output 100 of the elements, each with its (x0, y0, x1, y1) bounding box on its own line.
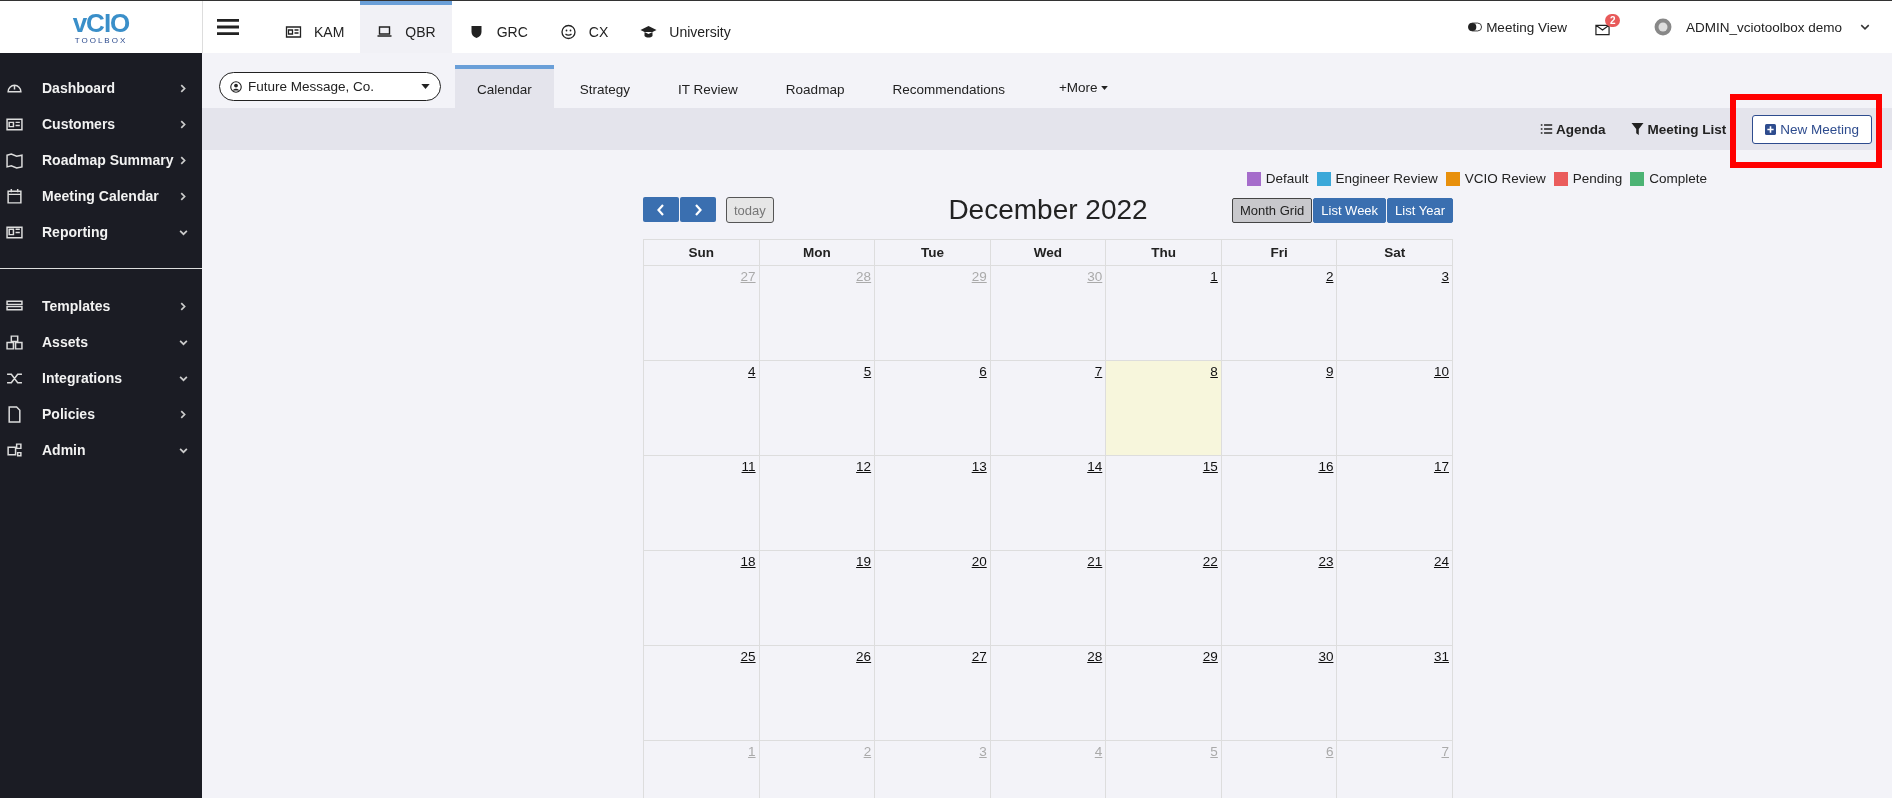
day-cell[interactable]: 11 (644, 456, 760, 551)
day-number[interactable]: 25 (740, 649, 756, 664)
legend-label: Complete (1649, 171, 1707, 186)
day-cell[interactable]: 24 (1337, 551, 1453, 646)
day-number[interactable]: 28 (1087, 649, 1103, 664)
day-number[interactable]: 19 (856, 554, 872, 569)
sidebar-item[interactable]: Integrations (0, 360, 202, 396)
sidebar-item[interactable]: Templates (0, 288, 202, 324)
day-cell[interactable]: 2 (1221, 266, 1338, 361)
day-cell[interactable]: 27 (875, 646, 991, 741)
view-button[interactable]: Month Grid (1231, 197, 1313, 223)
day-number[interactable]: 22 (1202, 554, 1218, 569)
page-tab[interactable]: Roadmap (763, 65, 867, 108)
view-button[interactable]: List Year (1387, 197, 1453, 223)
day-number[interactable]: 2 (1325, 269, 1334, 284)
day-number[interactable]: 1 (1210, 269, 1218, 284)
day-cell[interactable]: 10 (1337, 361, 1453, 456)
sidebar-item[interactable]: Roadmap Summary (0, 142, 202, 178)
module-tab[interactable]: CX (543, 1, 625, 53)
day-number[interactable]: 21 (1087, 554, 1103, 569)
day-cell[interactable]: 5 (759, 361, 876, 456)
day-number[interactable]: 29 (1202, 649, 1218, 664)
day-cell[interactable]: 9 (1221, 361, 1338, 456)
day-cell[interactable]: 3 (1337, 266, 1453, 361)
weekday-header: Mon (759, 240, 876, 266)
calendar-title: December 2022 (948, 194, 1148, 226)
legend-label: Engineer Review (1335, 171, 1438, 186)
module-tab[interactable]: GRC (451, 1, 544, 53)
logo[interactable]: vCIO TOOLBOX (0, 1, 202, 53)
day-cell[interactable]: 22 (1106, 551, 1222, 646)
meeting-view-toggle[interactable]: Meeting View (1468, 19, 1567, 35)
day-number[interactable]: 17 (1433, 459, 1449, 474)
day-number[interactable]: 26 (856, 649, 872, 664)
sidebar-item[interactable]: Assets (0, 324, 202, 360)
day-cell[interactable]: 29 (1106, 646, 1222, 741)
day-number[interactable]: 16 (1318, 459, 1334, 474)
day-number[interactable]: 12 (856, 459, 872, 474)
day-number[interactable]: 5 (863, 364, 872, 379)
day-cell[interactable]: 18 (644, 551, 760, 646)
sidebar-item[interactable]: Reporting (0, 214, 202, 250)
day-cell[interactable]: 19 (759, 551, 876, 646)
day-number[interactable]: 23 (1318, 554, 1334, 569)
day-number[interactable]: 20 (971, 554, 987, 569)
sidebar-item[interactable]: Meeting Calendar (0, 178, 202, 214)
legend-label: Pending (1572, 171, 1623, 186)
customer-select[interactable]: Future Message, Co. (219, 72, 441, 101)
day-cell[interactable]: 4 (644, 361, 760, 456)
day-cell[interactable]: 14 (990, 456, 1107, 551)
day-number[interactable]: 3 (1441, 269, 1449, 284)
day-number[interactable]: 8 (1210, 364, 1218, 379)
day-number[interactable]: 31 (1433, 649, 1449, 664)
day-cell[interactable]: 13 (875, 456, 991, 551)
day-cell[interactable]: 30 (1221, 646, 1338, 741)
user-menu[interactable]: ADMIN_vciotoolbox demo (1653, 18, 1870, 36)
day-number[interactable]: 24 (1433, 554, 1449, 569)
sidebar-item[interactable]: Customers (0, 106, 202, 142)
weekday-header: Sat (1337, 240, 1453, 266)
weekday-header: Fri (1221, 240, 1338, 266)
day-number[interactable]: 13 (971, 459, 987, 474)
day-cell[interactable]: 25 (644, 646, 760, 741)
day-cell[interactable]: 21 (990, 551, 1107, 646)
weekday-header: Wed (990, 240, 1107, 266)
module-tab[interactable]: KAM (269, 1, 361, 53)
day-number[interactable]: 10 (1433, 364, 1449, 379)
day-number[interactable]: 30 (1318, 649, 1334, 664)
day-cell[interactable]: 15 (1106, 456, 1222, 551)
day-number[interactable]: 27 (971, 649, 987, 664)
day-number[interactable]: 14 (1087, 459, 1103, 474)
day-number[interactable]: 18 (740, 554, 756, 569)
day-cell[interactable]: 31 (1337, 646, 1453, 741)
day-cell[interactable]: 20 (875, 551, 991, 646)
new-meeting-button[interactable]: New Meeting (1752, 114, 1872, 144)
page-tab[interactable]: Recommendations (870, 65, 1027, 108)
sidebar-item[interactable]: Admin (0, 432, 202, 468)
more-menu[interactable]: +More (1058, 65, 1108, 108)
sidebar-item[interactable]: Dashboard (0, 70, 202, 106)
day-number[interactable]: 15 (1202, 459, 1218, 474)
day-number[interactable]: 7 (1094, 364, 1103, 379)
module-tab[interactable]: QBR (360, 1, 452, 53)
day-cell[interactable]: 16 (1221, 456, 1338, 551)
day-number[interactable]: 11 (741, 459, 756, 474)
day-number[interactable]: 4 (748, 364, 756, 379)
page-tab[interactable]: IT Review (656, 65, 760, 108)
view-button[interactable]: List Week (1313, 197, 1387, 223)
day-cell[interactable]: 6 (875, 361, 991, 456)
day-cell[interactable]: 23 (1221, 551, 1338, 646)
day-number[interactable]: 6 (979, 364, 987, 379)
legend-label: Default (1265, 171, 1309, 186)
agenda-button[interactable]: Agenda (1539, 121, 1606, 137)
day-cell[interactable]: 28 (990, 646, 1107, 741)
day-cell[interactable]: 12 (759, 456, 876, 551)
module-tab[interactable]: University (624, 1, 747, 53)
day-cell[interactable]: 26 (759, 646, 876, 741)
day-cell[interactable]: 8 (1106, 361, 1222, 456)
sidebar-item[interactable]: Policies (0, 396, 202, 432)
page-tab[interactable]: Calendar (455, 65, 554, 108)
meeting-list-button[interactable]: Meeting List (1631, 121, 1727, 137)
day-cell[interactable]: 17 (1337, 456, 1453, 551)
day-number[interactable]: 9 (1325, 364, 1334, 379)
page-tab[interactable]: Strategy (557, 65, 653, 108)
